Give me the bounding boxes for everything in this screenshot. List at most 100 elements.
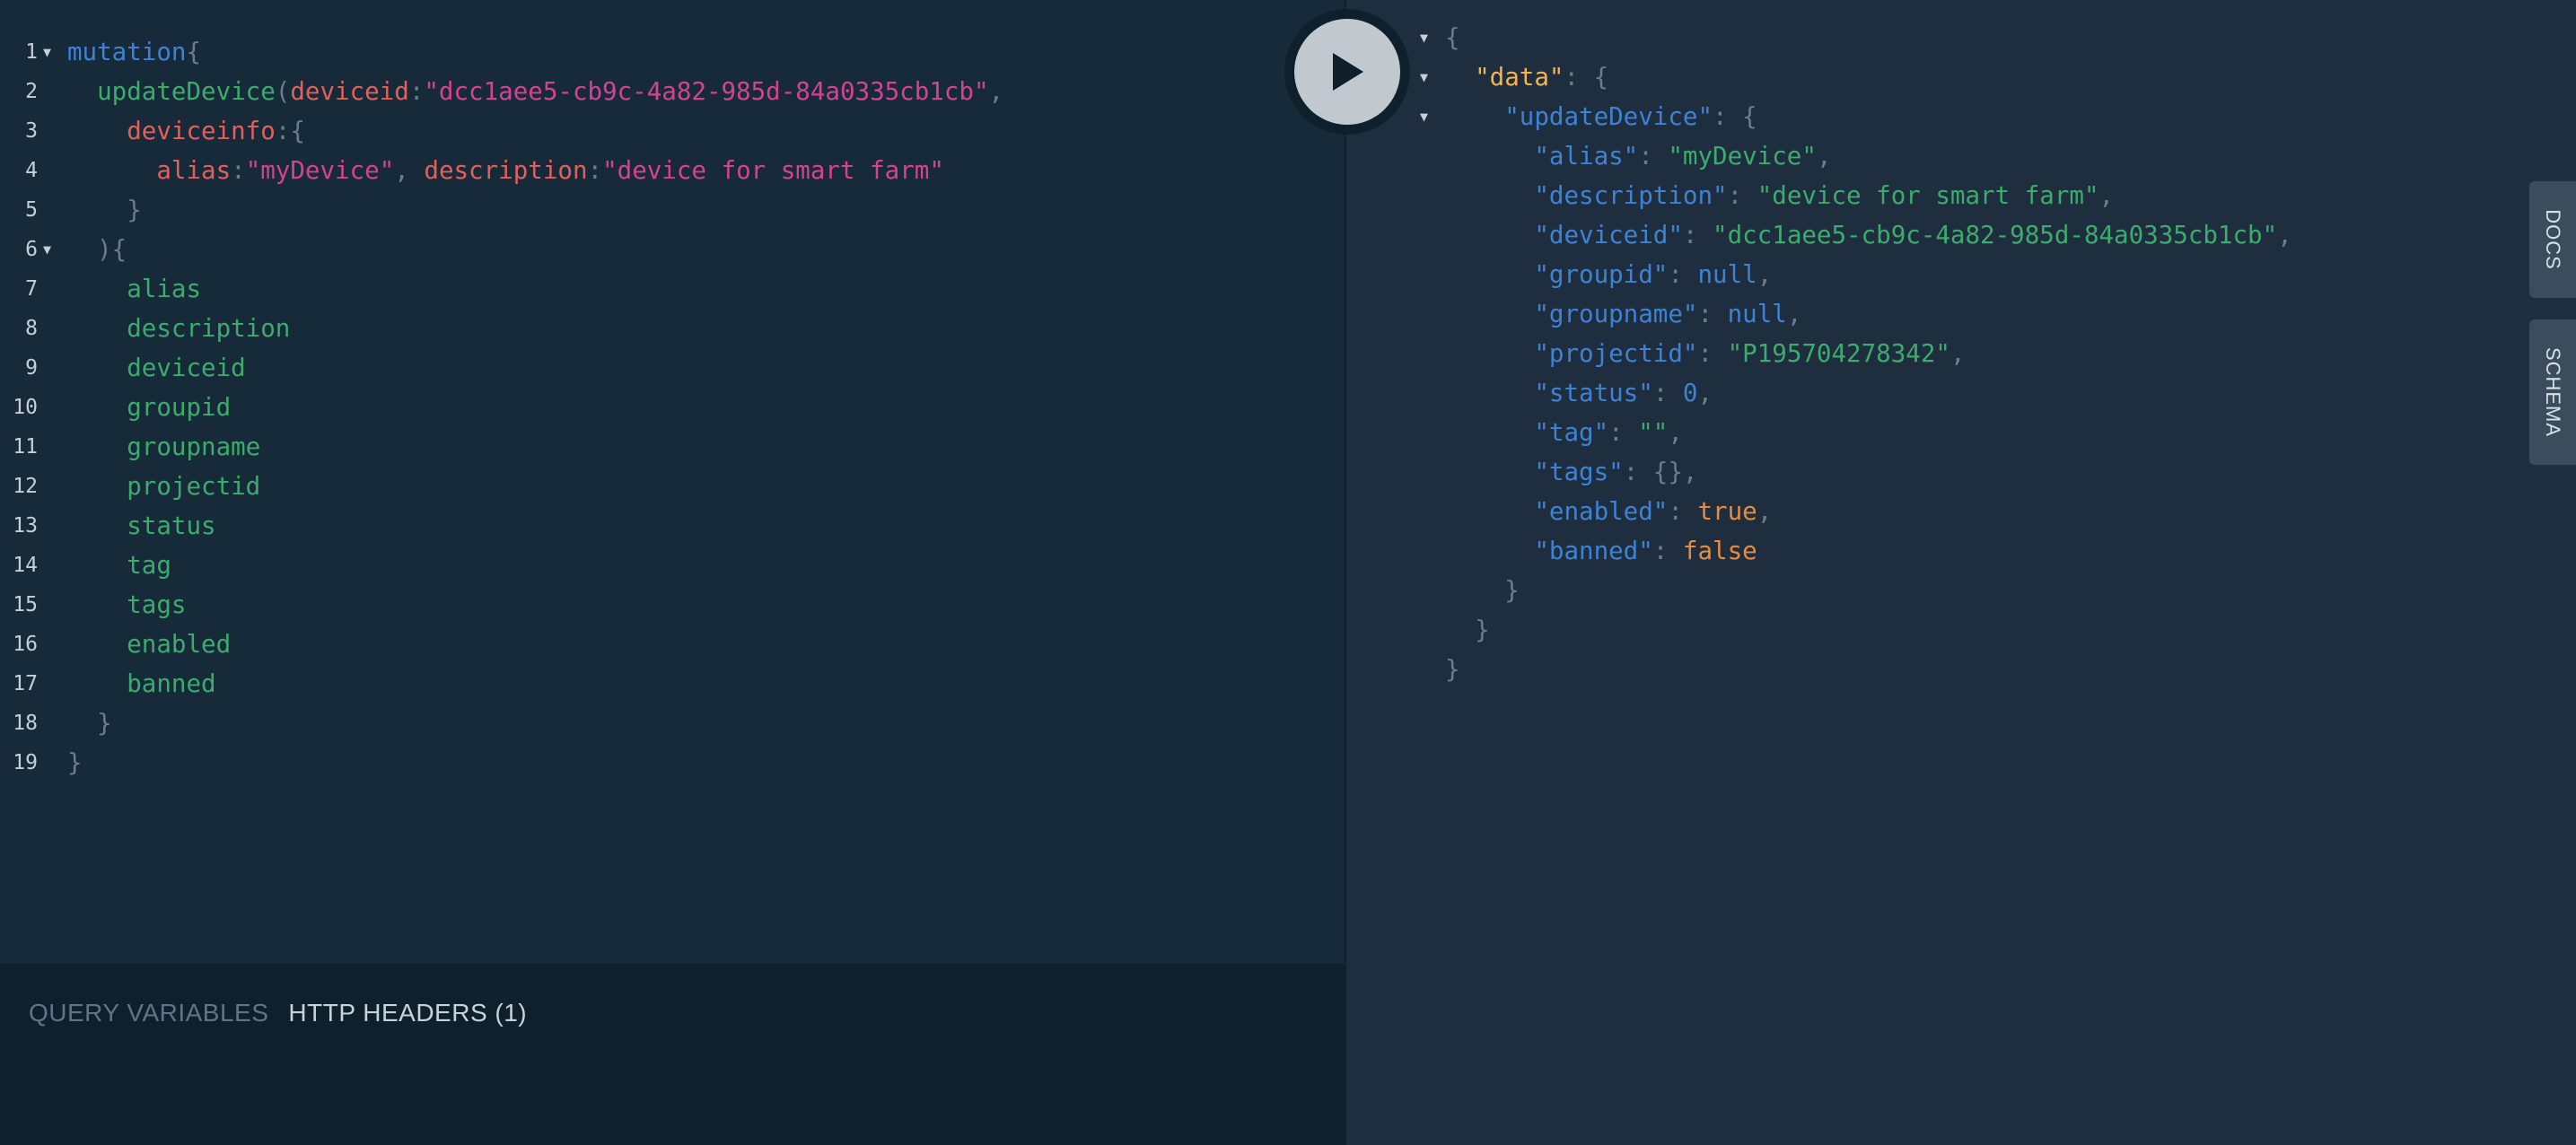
code-token: : xyxy=(1697,339,1728,368)
code-token: "myDevice" xyxy=(245,156,395,185)
tab-query-variables[interactable]: QUERY VARIABLES xyxy=(29,999,268,1027)
code-token: : xyxy=(1668,497,1698,526)
line-number: 8 xyxy=(25,317,38,340)
code-token: tags xyxy=(67,590,187,619)
result-code: "tag": "", xyxy=(1445,413,1683,452)
line-code: enabled xyxy=(67,625,231,664)
fold-arrow-icon[interactable]: ▼ xyxy=(1420,97,1428,136)
result-code: "enabled": true, xyxy=(1445,492,1772,531)
result-code: "description": "device for smart farm", xyxy=(1445,176,2114,215)
code-token: } xyxy=(1445,616,1490,644)
code-token: banned xyxy=(67,669,216,698)
docs-tab[interactable]: DOCS xyxy=(2529,181,2576,298)
code-token: : xyxy=(1608,418,1639,447)
code-token: "updateDevice" xyxy=(1445,102,1713,131)
line-code: } xyxy=(67,704,112,743)
fold-arrow-icon[interactable]: ▼ xyxy=(1420,18,1428,57)
code-token: 0 xyxy=(1682,379,1698,407)
line-number: 7 xyxy=(25,277,38,301)
schema-tab[interactable]: SCHEMA xyxy=(2529,319,2576,465)
code-token: } xyxy=(1445,576,1520,605)
code-token: true xyxy=(1697,497,1757,526)
code-token: "description" xyxy=(1445,181,1728,210)
result-code: { xyxy=(1445,18,1460,57)
code-token: "banned" xyxy=(1445,537,1653,565)
fold-arrow-icon[interactable]: ▼ xyxy=(43,32,51,72)
code-token: "projectid" xyxy=(1445,339,1698,368)
code-token: "groupname" xyxy=(1445,300,1698,328)
line-number: 16 xyxy=(13,633,38,656)
code-token: , xyxy=(1668,418,1683,447)
schema-tab-label: SCHEMA xyxy=(2542,346,2564,438)
code-token: "myDevice" xyxy=(1668,142,1817,170)
line-number: 12 xyxy=(13,475,38,498)
code-token: } xyxy=(67,748,83,777)
code-token: , xyxy=(1697,379,1713,407)
code-token: deviceinfo xyxy=(67,117,276,145)
run-button-face xyxy=(1294,19,1400,125)
code-token: projectid xyxy=(67,472,261,501)
result-code: "updateDevice": { xyxy=(1445,97,1757,136)
code-token: , xyxy=(1950,339,1966,368)
line-code: tags xyxy=(67,585,186,625)
run-query-button[interactable] xyxy=(1284,9,1410,135)
line-number: 5 xyxy=(25,198,38,222)
result-code: "projectid": "P195704278342", xyxy=(1445,334,1966,373)
code-token: enabled xyxy=(67,630,232,659)
line-code: groupid xyxy=(67,388,231,427)
code-token: , xyxy=(394,156,425,185)
result-pane: ▼{▼ "data": {▼ "updateDevice": { "alias"… xyxy=(1345,0,2576,1145)
result-code: "banned": false xyxy=(1445,531,1757,571)
line-code: updateDevice(deviceid:"dcc1aee5-cb9c-4a8… xyxy=(67,72,1003,111)
code-token: mutation xyxy=(67,38,187,66)
http-headers-editor[interactable]: 1 {"Authorization":"Bearer eyJhbGciOiJFU… xyxy=(0,1071,1345,1111)
result-code: "groupid": null, xyxy=(1445,255,1772,294)
result-code: "alias": "myDevice", xyxy=(1445,136,1831,176)
play-icon xyxy=(1333,53,1363,91)
code-token: : xyxy=(1727,181,1757,210)
code-token: groupname xyxy=(67,433,261,461)
code-token: "device for smart farm" xyxy=(1757,181,2099,210)
code-token: "device for smart farm" xyxy=(602,156,944,185)
code-token: : {}, xyxy=(1623,458,1698,486)
code-token: } xyxy=(67,709,112,738)
code-token: alias xyxy=(67,275,202,303)
line-code: deviceid xyxy=(67,348,245,388)
line-code: } xyxy=(67,190,142,230)
code-token: "enabled" xyxy=(1445,497,1669,526)
code-token: alias xyxy=(67,156,232,185)
code-token: "dcc1aee5-cb9c-4a82-985d-84a0335cb1cb" xyxy=(424,77,989,106)
code-token: : xyxy=(408,77,425,106)
line-number: 17 xyxy=(13,672,38,695)
code-token: groupid xyxy=(67,393,232,422)
code-token: "deviceid" xyxy=(1445,221,1683,249)
code-token: "dcc1aee5-cb9c-4a82-985d-84a0335cb1cb" xyxy=(1713,221,2278,249)
result-code: "tags": {}, xyxy=(1445,452,1697,492)
line-number: 15 xyxy=(13,593,38,616)
code-token: "" xyxy=(1638,418,1669,447)
line-number: 4 xyxy=(25,159,38,182)
fold-arrow-icon[interactable]: ▼ xyxy=(1420,57,1428,97)
line-number: 19 xyxy=(13,751,38,774)
line-number: 1 xyxy=(25,40,38,64)
code-token: : { xyxy=(1564,63,1609,92)
code-token: } xyxy=(1445,655,1460,684)
result-code: } xyxy=(1445,650,1460,689)
code-token: , xyxy=(2277,221,2292,249)
line-code: alias xyxy=(67,269,201,309)
line-code: tag xyxy=(67,546,171,585)
line-number: 14 xyxy=(13,554,38,577)
line-code: projectid xyxy=(67,467,260,506)
code-token: :{ xyxy=(275,117,305,145)
tab-http-headers[interactable]: HTTP HEADERS (1) xyxy=(288,999,527,1027)
line-number: 9 xyxy=(25,356,38,380)
line-code: } xyxy=(67,743,83,782)
fold-arrow-icon[interactable]: ▼ xyxy=(43,230,51,269)
line-code: ){ xyxy=(67,230,127,269)
query-editor[interactable]: 1 ▼ mutation{2 updateDevice(deviceid:"dcc1… xyxy=(0,32,1345,957)
code-token: , xyxy=(1757,260,1773,289)
code-token: : xyxy=(587,156,603,185)
result-code: "data": { xyxy=(1445,57,1608,97)
code-token: false xyxy=(1682,537,1757,565)
line-number: 13 xyxy=(13,514,38,538)
